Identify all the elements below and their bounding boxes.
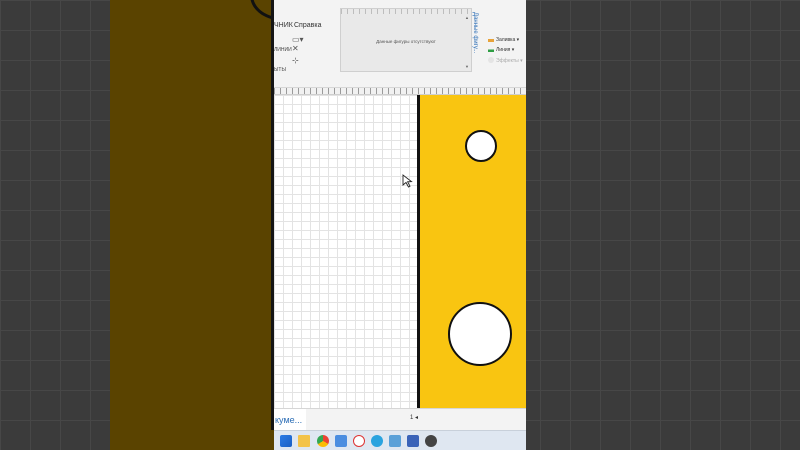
notepad-icon[interactable]: [389, 435, 401, 447]
close-shape-icon[interactable]: ✕: [292, 45, 299, 53]
dark-shape-overlay: [110, 0, 310, 450]
status-bar: куме... 1 ◂: [274, 408, 526, 431]
tab-help[interactable]: Справка: [294, 22, 321, 29]
yellow-rectangle-shape[interactable]: [417, 95, 526, 408]
visio-icon[interactable]: [407, 435, 419, 447]
small-circle-cutout[interactable]: [465, 130, 497, 162]
large-circle-cutout[interactable]: [448, 302, 512, 366]
rectangle-icon[interactable]: ▭▾: [292, 36, 304, 44]
tab-fragment[interactable]: ЧНИК: [274, 22, 293, 29]
telegram-icon[interactable]: [371, 435, 383, 447]
yandex-browser-icon[interactable]: [353, 435, 365, 447]
file-explorer-icon[interactable]: [298, 435, 310, 447]
ribbon: ЧНИК Справка ▭▾ ЛИНИИ ✕ ЫТЫ ⊹ Данные фиг…: [274, 0, 526, 88]
effects-label: Эффекты: [496, 58, 519, 64]
line-icon: [488, 46, 494, 52]
mouse-cursor-icon: [402, 174, 413, 188]
lines-label: ЛИНИИ: [274, 47, 292, 53]
app-icon[interactable]: [335, 435, 347, 447]
document-tab[interactable]: куме...: [274, 409, 306, 431]
fill-button[interactable]: Заливка ▾: [488, 36, 519, 43]
shape-data-caption[interactable]: Данные фигу...: [464, 12, 478, 72]
line-label: Линия: [496, 47, 511, 53]
shapes-label: ЫТЫ: [274, 67, 286, 73]
line-button[interactable]: Линия ▾: [488, 46, 514, 53]
windows-start-icon[interactable]: [280, 435, 292, 447]
shape-data-panel: Данные фигуры отсутствуют ▲ ▼: [340, 8, 472, 72]
drawing-canvas[interactable]: [274, 95, 526, 408]
effects-button[interactable]: Эффекты ▾: [488, 57, 523, 64]
effects-icon: [488, 57, 494, 63]
panel-ruler: [341, 9, 471, 14]
fill-label: Заливка: [496, 37, 516, 43]
horizontal-ruler: [274, 88, 526, 95]
page-indicator[interactable]: 1 ◂: [410, 414, 418, 421]
windows-taskbar: [274, 430, 526, 450]
other-app-icon[interactable]: [425, 435, 437, 447]
fill-icon: [488, 36, 494, 42]
shape-data-empty-text: Данные фигуры отсутствуют: [376, 39, 436, 44]
connector-icon[interactable]: ⊹: [292, 57, 299, 65]
zoomed-app-window: ЧНИК Справка ▭▾ ЛИНИИ ✕ ЫТЫ ⊹ Данные фиг…: [110, 0, 526, 450]
chrome-icon[interactable]: [317, 435, 329, 447]
page-number: 1: [410, 415, 414, 421]
